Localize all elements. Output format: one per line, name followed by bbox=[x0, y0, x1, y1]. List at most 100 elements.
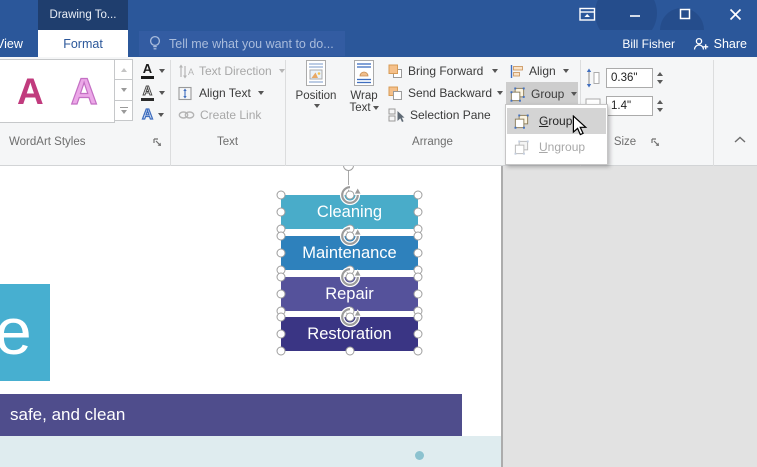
dropdown-caret bbox=[258, 91, 264, 95]
send-backward-icon bbox=[388, 86, 403, 101]
position-button[interactable]: Position bbox=[292, 59, 340, 123]
selection-handle[interactable] bbox=[277, 313, 286, 322]
group-button[interactable]: Group bbox=[506, 82, 578, 106]
bring-forward-button[interactable]: Bring Forward bbox=[388, 62, 498, 80]
selection-handle[interactable] bbox=[414, 330, 423, 339]
selection-pane-button[interactable]: Selection Pane bbox=[388, 106, 491, 124]
text-direction-icon: A bbox=[178, 64, 194, 79]
height-spinner[interactable] bbox=[654, 68, 666, 88]
gallery-more-button[interactable] bbox=[114, 101, 133, 121]
lightbulb-icon bbox=[148, 35, 162, 52]
banner-shape[interactable]: safe, and clean bbox=[0, 394, 462, 436]
text-direction-button[interactable]: A Text Direction bbox=[178, 62, 285, 80]
maximize-button[interactable] bbox=[665, 0, 705, 28]
text-effects-button[interactable]: A bbox=[138, 105, 168, 125]
collapse-ribbon-icon[interactable] bbox=[733, 135, 747, 145]
tell-me-box[interactable]: Tell me what you want to do... bbox=[139, 31, 345, 56]
selection-handle[interactable] bbox=[277, 290, 286, 299]
wordart-fragment-letter: e bbox=[0, 291, 32, 371]
selection-handle[interactable] bbox=[414, 313, 423, 322]
wordart-fragment-box[interactable]: e bbox=[0, 284, 50, 381]
dropdown-caret bbox=[158, 113, 164, 117]
wordart-style-sample-1[interactable]: A bbox=[17, 73, 44, 110]
shape-width-input[interactable] bbox=[606, 96, 653, 116]
ungroup-objects-icon bbox=[513, 139, 530, 156]
menu-item-ungroup-label: Ungroup bbox=[539, 140, 585, 154]
selection-handle[interactable] bbox=[277, 273, 286, 282]
ribbon-display-options-button[interactable] bbox=[567, 0, 607, 28]
shape-maintenance[interactable]: Maintenance bbox=[281, 236, 418, 270]
spin-down-icon[interactable] bbox=[657, 80, 663, 84]
group-label-text: Text bbox=[170, 136, 285, 148]
wordart-style-gallery[interactable]: A A bbox=[0, 59, 115, 123]
text-fill-button[interactable]: A bbox=[138, 61, 168, 81]
size-dialog-launcher[interactable] bbox=[650, 137, 661, 148]
selection-handle[interactable] bbox=[414, 290, 423, 299]
shape-restoration[interactable]: Restoration bbox=[281, 317, 418, 351]
spin-down-icon[interactable] bbox=[657, 108, 663, 112]
selection-handle[interactable] bbox=[277, 330, 286, 339]
rotate-handle-icon[interactable] bbox=[339, 266, 361, 288]
selection-handle[interactable] bbox=[277, 347, 286, 356]
spin-up-icon[interactable] bbox=[657, 100, 663, 104]
mouse-cursor bbox=[570, 115, 590, 137]
dropdown-caret bbox=[314, 104, 320, 108]
wordart-style-sample-2[interactable]: A bbox=[71, 73, 98, 110]
tell-me-placeholder: Tell me what you want to do... bbox=[169, 37, 334, 51]
close-button[interactable] bbox=[715, 0, 755, 28]
ribbon-tab-row: View Format Tell me what you want to do.… bbox=[0, 30, 757, 57]
document-area[interactable]: Cleaning Maintenance Repair R bbox=[0, 166, 757, 467]
position-icon bbox=[304, 59, 328, 87]
banner-text: safe, and clean bbox=[10, 405, 125, 425]
wrap-text-label-line2: Text bbox=[349, 102, 370, 114]
gallery-scroll-down-button[interactable] bbox=[114, 80, 133, 100]
selection-handle[interactable] bbox=[277, 208, 286, 217]
menu-item-ungroup[interactable]: Ungroup bbox=[507, 134, 606, 160]
dropdown-caret bbox=[563, 69, 569, 73]
tab-view-label: View bbox=[0, 37, 23, 51]
text-outline-button[interactable]: A bbox=[138, 83, 168, 103]
send-backward-button[interactable]: Send Backward bbox=[388, 84, 503, 102]
gallery-scroll-up-button[interactable] bbox=[114, 59, 133, 80]
spin-up-icon[interactable] bbox=[657, 72, 663, 76]
tab-view[interactable]: View bbox=[0, 30, 30, 57]
dropdown-caret bbox=[492, 69, 498, 73]
dropdown-caret bbox=[159, 69, 165, 73]
align-objects-icon bbox=[509, 64, 524, 79]
group-objects-icon bbox=[509, 86, 526, 103]
selection-handle[interactable] bbox=[414, 347, 423, 356]
tab-format-label: Format bbox=[63, 37, 103, 51]
user-name[interactable]: Bill Fisher bbox=[622, 30, 675, 57]
rotate-handle-icon[interactable] bbox=[339, 225, 361, 247]
share-button[interactable]: Share bbox=[687, 30, 753, 57]
selection-handle[interactable] bbox=[345, 347, 354, 356]
selection-handle[interactable] bbox=[414, 191, 423, 200]
dropdown-caret bbox=[279, 69, 285, 73]
dropdown-caret bbox=[571, 92, 577, 96]
ribbon-display-options-icon bbox=[579, 7, 596, 22]
more-styles-icon bbox=[120, 107, 128, 109]
align-text-button[interactable]: Align Text bbox=[178, 84, 264, 102]
selection-handle[interactable] bbox=[414, 232, 423, 241]
contextual-tab-header[interactable]: Drawing To... bbox=[38, 0, 128, 30]
rotate-handle-icon[interactable] bbox=[339, 184, 361, 206]
selection-handle[interactable] bbox=[277, 232, 286, 241]
selection-handle[interactable] bbox=[414, 249, 423, 258]
rotate-handle-icon[interactable] bbox=[339, 306, 361, 328]
selection-handle[interactable] bbox=[414, 273, 423, 282]
align-button[interactable]: Align bbox=[509, 62, 569, 80]
tab-format-active[interactable]: Format bbox=[38, 30, 128, 57]
selection-handle[interactable] bbox=[277, 249, 286, 258]
shape-cleaning[interactable]: Cleaning bbox=[281, 195, 418, 229]
create-link-button[interactable]: Create Link bbox=[178, 106, 261, 124]
width-spinner[interactable] bbox=[654, 96, 666, 116]
bottom-strip-shape[interactable] bbox=[0, 436, 501, 467]
wordart-dialog-launcher[interactable] bbox=[152, 137, 163, 148]
wrap-text-button[interactable]: Wrap Text bbox=[344, 59, 384, 123]
minimize-button[interactable] bbox=[615, 0, 655, 28]
menu-item-group[interactable]: Group bbox=[507, 108, 606, 134]
text-fill-icon: A bbox=[141, 63, 154, 79]
selection-handle[interactable] bbox=[277, 191, 286, 200]
selection-handle[interactable] bbox=[414, 208, 423, 217]
shape-height-input[interactable] bbox=[606, 68, 653, 88]
